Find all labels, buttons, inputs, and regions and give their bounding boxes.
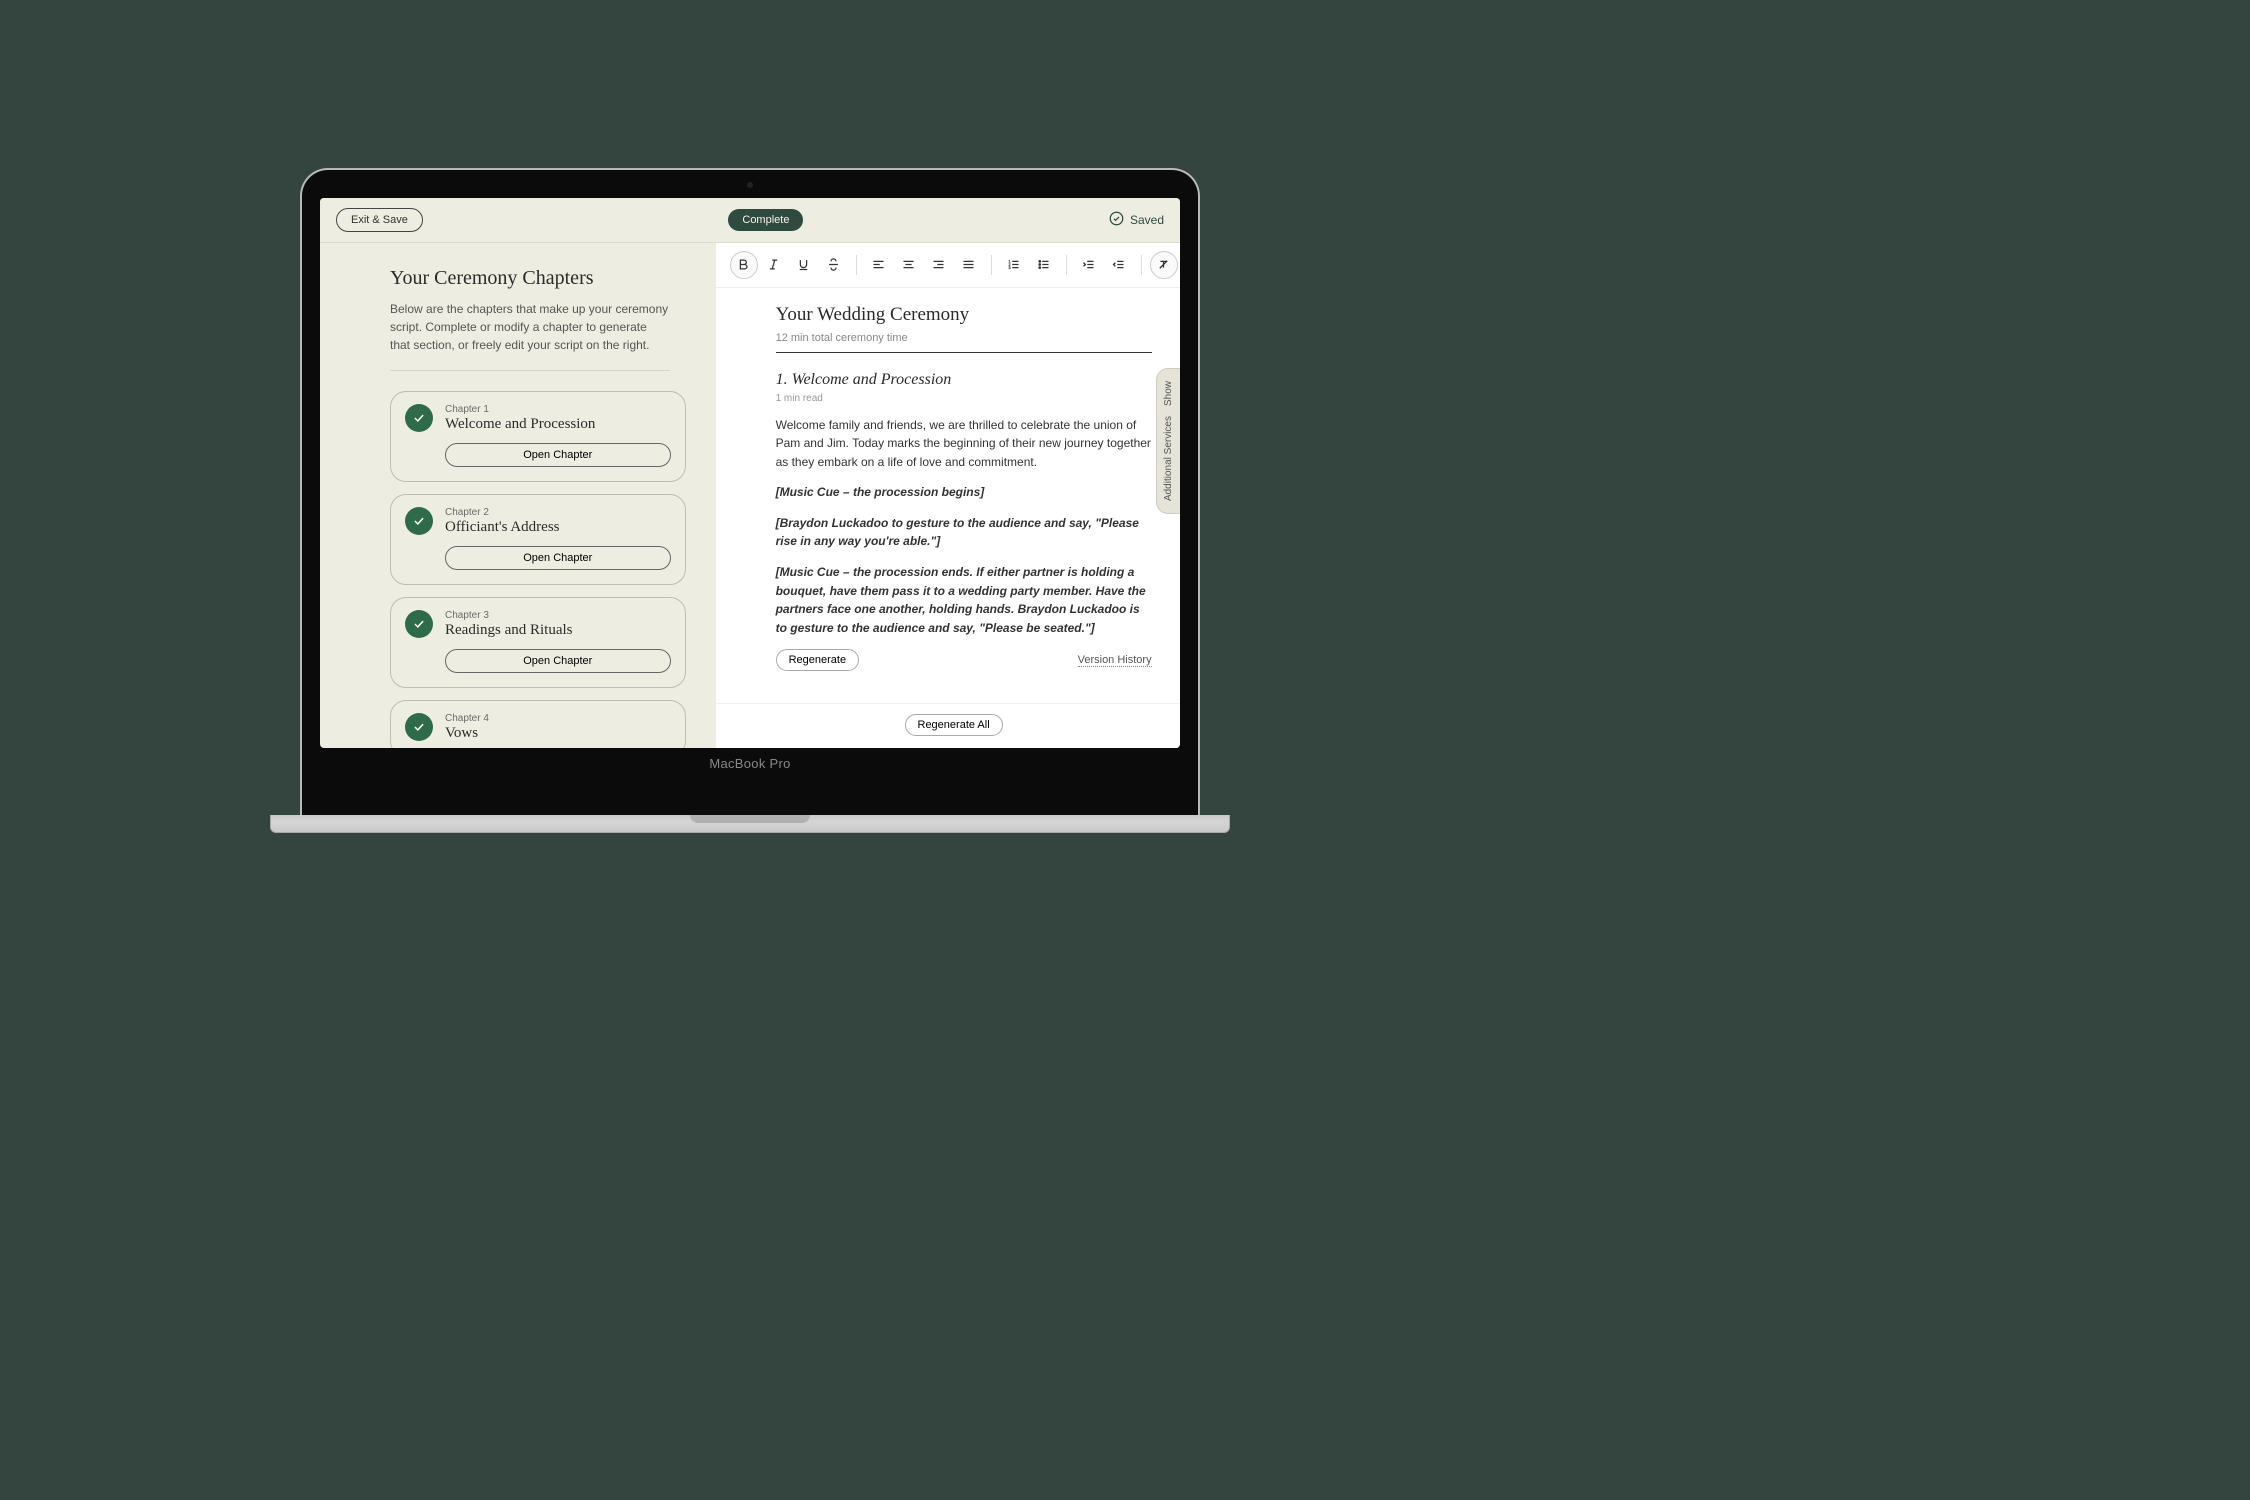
camera-dot — [747, 182, 753, 188]
toolbar-separator — [856, 255, 857, 275]
page-subtitle: Below are the chapters that make up your… — [390, 300, 670, 371]
italic-button[interactable] — [760, 251, 788, 279]
laptop-mockup: Exit & Save Complete Saved Your Ceremony… — [300, 168, 1200, 833]
unordered-list-button[interactable] — [1030, 251, 1058, 279]
underline-button[interactable] — [790, 251, 818, 279]
chapter-card: Chapter 1 Welcome and Procession Open Ch… — [390, 391, 686, 482]
section-title: Welcome and Procession — [792, 371, 952, 388]
section-number: 1. — [776, 371, 788, 388]
chapter-meta: Chapter 1 Welcome and Procession — [445, 404, 595, 433]
editor-panel: 123 Your Wedding Ceremony 12 min total c… — [716, 243, 1180, 748]
complete-button[interactable]: Complete — [728, 209, 803, 231]
chapter-head: Chapter 2 Officiant's Address — [405, 507, 671, 536]
check-circle-icon — [1109, 211, 1124, 229]
saved-indicator: Saved — [1109, 211, 1164, 229]
chapter-meta: Chapter 4 Vows — [445, 713, 489, 742]
regenerate-all-button[interactable]: Regenerate All — [905, 714, 1003, 736]
cue-paragraph[interactable]: [Braydon Luckadoo to gesture to the audi… — [776, 514, 1152, 551]
open-chapter-button[interactable]: Open Chapter — [445, 443, 671, 467]
device-label: MacBook Pro — [320, 748, 1180, 781]
strikethrough-button[interactable] — [820, 251, 848, 279]
ordered-list-button[interactable]: 123 — [1000, 251, 1028, 279]
chapter-title: Readings and Rituals — [445, 622, 573, 639]
chapters-panel: Your Ceremony Chapters Below are the cha… — [320, 243, 716, 748]
cue-paragraph[interactable]: [Music Cue – the procession begins] — [776, 483, 1152, 502]
toolbar-separator — [1066, 255, 1067, 275]
additional-services-tab[interactable]: Show Additional Services — [1156, 368, 1180, 514]
check-icon — [405, 610, 433, 638]
toolbar-separator — [1141, 255, 1142, 275]
saved-label: Saved — [1130, 213, 1164, 227]
chapter-number: Chapter 4 — [445, 713, 489, 724]
cue-paragraph[interactable]: [Music Cue – the procession ends. If eit… — [776, 563, 1152, 637]
paragraph[interactable]: Welcome family and friends, we are thril… — [776, 416, 1152, 472]
editor-footer: Regenerate All — [716, 703, 1180, 748]
document-title: Your Wedding Ceremony — [776, 304, 1152, 326]
read-time: 1 min read — [776, 393, 1152, 404]
page-title: Your Ceremony Chapters — [390, 267, 686, 290]
chapter-card: Chapter 3 Readings and Rituals Open Chap… — [390, 597, 686, 688]
exit-save-button[interactable]: Exit & Save — [336, 208, 423, 232]
laptop-deck — [270, 815, 1230, 833]
chapter-head: Chapter 3 Readings and Rituals — [405, 610, 671, 639]
screen-bezel: Exit & Save Complete Saved Your Ceremony… — [300, 168, 1200, 815]
open-chapter-button[interactable]: Open Chapter — [445, 546, 671, 570]
outdent-button[interactable] — [1105, 251, 1133, 279]
align-right-button[interactable] — [925, 251, 953, 279]
bold-button[interactable] — [730, 251, 758, 279]
chapter-number: Chapter 3 — [445, 610, 573, 621]
document-area[interactable]: Your Wedding Ceremony 12 min total cerem… — [716, 288, 1180, 703]
chapter-card: Chapter 2 Officiant's Address Open Chapt… — [390, 494, 686, 585]
clear-formatting-button[interactable] — [1150, 251, 1178, 279]
editor-toolbar: 123 — [716, 243, 1180, 288]
chapter-meta: Chapter 3 Readings and Rituals — [445, 610, 573, 639]
chapter-title: Welcome and Procession — [445, 416, 595, 433]
chapter-head: Chapter 4 Vows — [405, 713, 671, 742]
topbar: Exit & Save Complete Saved — [320, 198, 1180, 243]
align-center-button[interactable] — [895, 251, 923, 279]
version-history-link[interactable]: Version History — [1078, 654, 1152, 667]
chapter-head: Chapter 1 Welcome and Procession — [405, 404, 671, 433]
indent-button[interactable] — [1075, 251, 1103, 279]
title-rule — [776, 352, 1152, 353]
section-actions: Regenerate Version History — [776, 649, 1152, 671]
chapter-number: Chapter 1 — [445, 404, 595, 415]
align-left-button[interactable] — [865, 251, 893, 279]
app-screen: Exit & Save Complete Saved Your Ceremony… — [320, 198, 1180, 748]
check-icon — [405, 404, 433, 432]
chapter-card: Chapter 4 Vows — [390, 700, 686, 748]
chapter-list: Chapter 1 Welcome and Procession Open Ch… — [390, 391, 686, 748]
section-heading: 1. Welcome and Procession — [776, 371, 1152, 389]
align-justify-button[interactable] — [955, 251, 983, 279]
chapter-meta: Chapter 2 Officiant's Address — [445, 507, 560, 536]
side-tab-show: Show — [1163, 381, 1174, 406]
svg-text:3: 3 — [1009, 266, 1011, 270]
document-meta: 12 min total ceremony time — [776, 332, 1152, 344]
main-body: Your Ceremony Chapters Below are the cha… — [320, 243, 1180, 748]
side-tab-label: Additional Services — [1163, 416, 1174, 501]
open-chapter-button[interactable]: Open Chapter — [445, 649, 671, 673]
chapter-title: Vows — [445, 725, 489, 742]
check-icon — [405, 713, 433, 741]
chapter-number: Chapter 2 — [445, 507, 560, 518]
check-icon — [405, 507, 433, 535]
toolbar-separator — [991, 255, 992, 275]
chapter-title: Officiant's Address — [445, 519, 560, 536]
regenerate-button[interactable]: Regenerate — [776, 649, 860, 671]
